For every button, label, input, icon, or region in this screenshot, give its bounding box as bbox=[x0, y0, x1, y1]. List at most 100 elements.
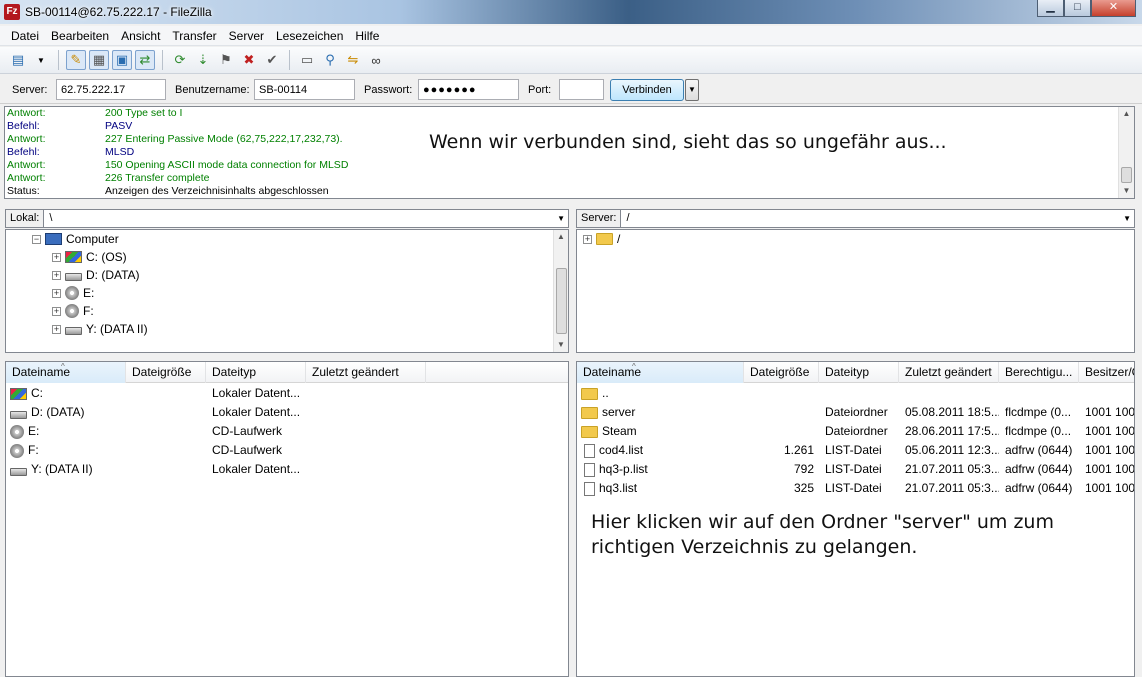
maximize-icon[interactable]: □ bbox=[1064, 0, 1091, 17]
minimize-icon[interactable]: ▁ bbox=[1037, 0, 1064, 17]
file-row[interactable]: server Dateiordner 05.08.2011 18:5... flcdm… bbox=[577, 403, 1134, 422]
column-header[interactable]: Dateigröße bbox=[744, 362, 819, 383]
process-queue-icon[interactable]: ⇣ bbox=[193, 50, 213, 70]
column-header-label: Berechtigu... bbox=[1005, 365, 1073, 379]
toggle-log-icon[interactable]: ✎ bbox=[66, 50, 86, 70]
column-header[interactable]: Besitzer/G bbox=[1079, 362, 1134, 383]
dropdown-arrow-icon[interactable]: ▼ bbox=[31, 50, 51, 70]
file-row[interactable]: Steam Dateiordner 28.06.2011 17:5... flcdmp… bbox=[577, 422, 1134, 441]
close-icon[interactable]: ✕ bbox=[1091, 0, 1136, 17]
file-size bbox=[744, 384, 814, 403]
file-row[interactable]: C: Lokaler Datent... bbox=[6, 384, 568, 403]
tree-item[interactable]: − Computer bbox=[32, 230, 119, 248]
chevron-down-icon[interactable]: ▼ bbox=[685, 79, 699, 101]
file-name-cell[interactable]: server bbox=[581, 403, 741, 422]
local-path-input[interactable]: \ ▼ bbox=[43, 208, 569, 228]
column-header[interactable]: Dateiname ^ bbox=[6, 362, 126, 383]
column-header[interactable]: Zuletzt geändert bbox=[306, 362, 426, 383]
expander-icon[interactable]: + bbox=[52, 288, 61, 298]
menu-lesezeichen[interactable]: Lesezeichen bbox=[270, 29, 349, 43]
column-header[interactable]: Dateityp bbox=[206, 362, 306, 383]
file-row[interactable]: .. bbox=[577, 384, 1134, 403]
server-input[interactable] bbox=[56, 79, 166, 100]
file-row[interactable]: F: CD-Laufwerk bbox=[6, 441, 568, 460]
file-size bbox=[126, 422, 202, 441]
sort-arrow-icon: ^ bbox=[61, 362, 65, 371]
tree-item[interactable]: + C: (OS) bbox=[52, 248, 127, 266]
expander-icon[interactable]: + bbox=[52, 252, 61, 262]
tree-item[interactable]: + / bbox=[583, 230, 620, 248]
file-name-cell[interactable]: .. bbox=[581, 384, 741, 403]
scroll-down-icon[interactable]: ▼ bbox=[1119, 184, 1134, 198]
menu-transfer[interactable]: Transfer bbox=[166, 29, 222, 43]
pane-splitter[interactable] bbox=[570, 206, 575, 677]
expander-icon[interactable]: + bbox=[52, 306, 61, 316]
file-modified bbox=[312, 422, 426, 441]
tree-item[interactable]: + D: (DATA) bbox=[52, 266, 140, 284]
menu-datei[interactable]: Datei bbox=[5, 29, 45, 43]
file-perms: adfrw (0644) bbox=[1005, 462, 1073, 476]
port-input[interactable] bbox=[559, 79, 604, 100]
file-type: CD-Laufwerk bbox=[212, 424, 283, 438]
column-header[interactable]: Dateityp bbox=[819, 362, 899, 383]
toggle-local-tree-icon[interactable]: ▦ bbox=[89, 50, 109, 70]
local-tree: − Computer + C: (OS) + D: (DATA) + E: + F: + Y: (DA… bbox=[5, 229, 569, 353]
expander-icon[interactable]: + bbox=[52, 270, 61, 280]
file-name-cell[interactable]: hq3.list bbox=[581, 479, 741, 498]
refresh-icon[interactable]: ⟳ bbox=[170, 50, 190, 70]
file-modified bbox=[312, 384, 426, 403]
column-header-label: Zuletzt geändert bbox=[905, 365, 992, 379]
scroll-down-icon[interactable]: ▼ bbox=[554, 338, 568, 352]
file-name-cell[interactable]: Steam bbox=[581, 422, 741, 441]
scroll-up-icon[interactable]: ▲ bbox=[554, 230, 568, 244]
window-title: SB-00114@62.75.222.17 - FileZilla bbox=[25, 5, 212, 19]
sync-browsing-icon[interactable]: ⇋ bbox=[343, 50, 363, 70]
expander-icon[interactable]: − bbox=[32, 234, 41, 244]
connect-button[interactable]: Verbinden bbox=[610, 79, 684, 101]
file-type bbox=[825, 384, 899, 403]
column-header[interactable]: Zuletzt geändert bbox=[899, 362, 999, 383]
menu-bearbeiten[interactable]: Bearbeiten bbox=[45, 29, 115, 43]
scrollbar-thumb[interactable] bbox=[556, 268, 567, 334]
column-header[interactable]: Dateigröße bbox=[126, 362, 206, 383]
scroll-up-icon[interactable]: ▲ bbox=[1119, 107, 1134, 121]
file-row[interactable]: hq3.list 325 LIST-Datei 21.07.2011 05:3... a… bbox=[577, 479, 1134, 498]
password-input[interactable] bbox=[418, 79, 519, 100]
file-name-cell[interactable]: cod4.list bbox=[581, 441, 741, 460]
tree-item[interactable]: + E: bbox=[52, 284, 94, 302]
file-row[interactable]: Y: (DATA II) Lokaler Datent... bbox=[6, 460, 568, 479]
expander-icon[interactable]: + bbox=[583, 234, 592, 244]
file-row[interactable]: E: CD-Laufwerk bbox=[6, 422, 568, 441]
chevron-down-icon[interactable]: ▼ bbox=[557, 210, 565, 227]
file-row[interactable]: hq3-p.list 792 LIST-Datei 21.07.2011 05:3..… bbox=[577, 460, 1134, 479]
chevron-down-icon[interactable]: ▼ bbox=[1123, 210, 1131, 227]
cancel-icon[interactable]: ⚑ bbox=[216, 50, 236, 70]
toggle-remote-tree-icon[interactable]: ▣ bbox=[112, 50, 132, 70]
local-tree-scrollbar[interactable]: ▲ ▼ bbox=[553, 230, 568, 352]
toolbar-separator bbox=[162, 50, 163, 70]
username-input[interactable] bbox=[254, 79, 355, 100]
menu-ansicht[interactable]: Ansicht bbox=[115, 29, 166, 43]
tree-item[interactable]: + Y: (DATA II) bbox=[52, 320, 148, 338]
site-manager-icon[interactable]: ▤ bbox=[8, 50, 28, 70]
toggle-queue-icon[interactable]: ⇄ bbox=[135, 50, 155, 70]
scrollbar-thumb[interactable] bbox=[1121, 167, 1132, 183]
disconnect-icon[interactable]: ✖ bbox=[239, 50, 259, 70]
cd-drive-icon bbox=[65, 286, 79, 300]
file-row[interactable]: cod4.list 1.261 LIST-Datei 05.06.2011 12:3.… bbox=[577, 441, 1134, 460]
tree-item[interactable]: + F: bbox=[52, 302, 94, 320]
compare-directories-icon[interactable]: ⚲ bbox=[320, 50, 340, 70]
remote-path-input[interactable]: / ▼ bbox=[620, 208, 1135, 228]
expander-icon[interactable]: + bbox=[52, 324, 61, 334]
search-icon[interactable]: ∞ bbox=[366, 50, 386, 70]
column-header[interactable]: Berechtigu... bbox=[999, 362, 1079, 383]
column-header[interactable]: Dateiname ^ bbox=[577, 362, 744, 383]
menu-hilfe[interactable]: Hilfe bbox=[349, 29, 385, 43]
log-text: PASV bbox=[105, 120, 133, 132]
reconnect-icon[interactable]: ✔ bbox=[262, 50, 282, 70]
log-scrollbar[interactable]: ▲ ▼ bbox=[1118, 107, 1134, 198]
directory-listing-filter-icon[interactable]: ▭ bbox=[297, 50, 317, 70]
menu-server[interactable]: Server bbox=[223, 29, 270, 43]
file-name-cell[interactable]: hq3-p.list bbox=[581, 460, 741, 479]
file-row[interactable]: D: (DATA) Lokaler Datent... bbox=[6, 403, 568, 422]
